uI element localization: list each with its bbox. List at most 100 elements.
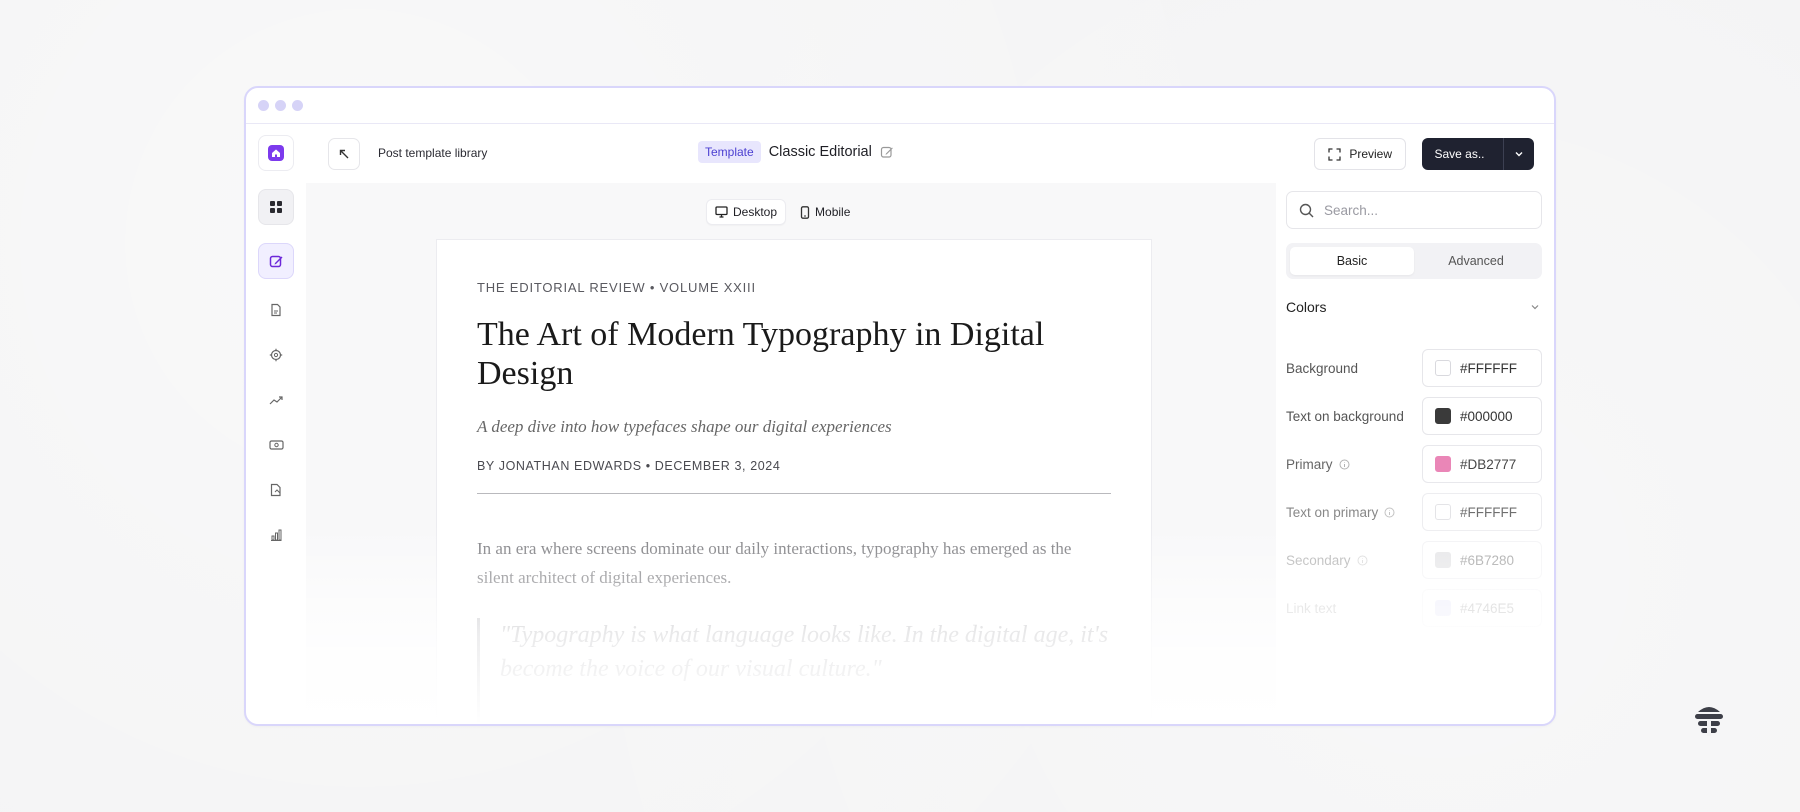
phone-icon: [800, 205, 810, 219]
color-label-text: Text on primary: [1286, 504, 1379, 520]
info-icon[interactable]: [1357, 555, 1368, 566]
color-label: Link text: [1286, 599, 1414, 618]
rail-item-settings[interactable]: [258, 342, 294, 368]
style-panel: Basic Advanced Colors Background#FFFFFF T…: [1272, 183, 1554, 724]
device-desktop-option[interactable]: Desktop: [706, 199, 787, 225]
app-logo[interactable]: [258, 135, 294, 171]
file-image-icon: [270, 483, 281, 497]
brand-hive-icon: [1695, 707, 1723, 736]
search-icon: [1299, 203, 1314, 217]
color-label: Secondary: [1286, 551, 1414, 570]
color-hex-value: #FFFFFF: [1460, 504, 1517, 520]
device-mobile-label: Mobile: [815, 205, 851, 219]
breadcrumb[interactable]: Post template library: [378, 146, 487, 160]
color-swatch[interactable]: [1435, 504, 1451, 520]
colors-section-title: Colors: [1286, 299, 1327, 315]
article-byline: BY JONATHAN EDWARDS • DECEMBER 3, 2024: [477, 459, 781, 473]
monitor-icon: [715, 206, 728, 218]
preview-label: Preview: [1349, 147, 1392, 161]
edit-icon: [269, 255, 282, 267]
left-rail: [246, 125, 306, 724]
article-pull-quote: "Typography is what language looks like.…: [477, 618, 1111, 724]
preview-button[interactable]: Preview: [1314, 138, 1406, 170]
color-value-input[interactable]: #6B7280: [1422, 541, 1542, 579]
rail-item-media[interactable]: [258, 477, 294, 503]
save-as-label: Save as..: [1434, 147, 1485, 161]
search-box[interactable]: [1286, 191, 1542, 229]
article-preview[interactable]: THE EDITORIAL REVIEW • VOLUME XXIII The …: [436, 239, 1152, 724]
color-hex-value: #6B7280: [1460, 552, 1515, 568]
chevron-down-icon: [1531, 305, 1539, 310]
editor-toolbar: Post template library Template Classic E…: [306, 125, 1554, 183]
tab-advanced[interactable]: Advanced: [1414, 247, 1538, 275]
chevron-down-icon: [1515, 152, 1523, 157]
rail-item-editor[interactable]: [258, 243, 294, 279]
article-divider: [477, 493, 1111, 494]
rail-item-dashboard[interactable]: [258, 189, 294, 225]
rail-item-reports[interactable]: [258, 522, 294, 548]
color-swatch[interactable]: [1435, 600, 1451, 616]
color-row: Primary #DB2777: [1286, 445, 1542, 483]
page-title: Classic Editorial: [768, 144, 872, 160]
color-label-text: Link text: [1286, 600, 1337, 616]
trend-icon: [269, 396, 283, 405]
save-options-dropdown[interactable]: [1504, 149, 1534, 159]
settings-tabs: Basic Advanced: [1286, 243, 1542, 279]
article-headline: The Art of Modern Typography in Digital …: [477, 316, 1045, 392]
window-dot-maximize[interactable]: [292, 100, 303, 111]
color-label: Text on primary: [1286, 503, 1414, 522]
color-hex-value: #000000: [1460, 408, 1513, 424]
template-badge: Template: [698, 141, 761, 163]
color-hex-value: #DB2777: [1460, 456, 1517, 472]
app-window: Post template library Template Classic E…: [244, 86, 1556, 726]
color-value-input[interactable]: #FFFFFF: [1422, 493, 1542, 531]
color-value-input[interactable]: #000000: [1422, 397, 1542, 435]
color-label: Text on background: [1286, 407, 1414, 426]
color-row: Secondary #6B7280: [1286, 541, 1542, 579]
color-label-text: Primary: [1286, 456, 1333, 472]
settings-icon: [269, 348, 283, 362]
color-swatch[interactable]: [1435, 552, 1451, 568]
search-input[interactable]: [1324, 202, 1504, 218]
color-row: Background #FFFFFF: [1286, 349, 1542, 387]
color-hex-value: #4746E5: [1460, 600, 1515, 616]
document-title-group: Template Classic Editorial: [698, 141, 894, 163]
window-dot-minimize[interactable]: [275, 100, 286, 111]
color-swatch[interactable]: [1435, 360, 1451, 376]
save-as-button[interactable]: Save as..: [1422, 138, 1534, 170]
window-dot-close[interactable]: [258, 100, 269, 111]
color-row: Link text #4746E5: [1286, 589, 1542, 627]
color-row: Text on primary #FFFFFF: [1286, 493, 1542, 531]
article-kicker: THE EDITORIAL REVIEW • VOLUME XXIII: [477, 280, 756, 295]
rail-item-analytics[interactable]: [258, 387, 294, 413]
color-value-input[interactable]: #4746E5: [1422, 589, 1542, 627]
color-label-text: Secondary: [1286, 552, 1351, 568]
color-label-text: Text on background: [1286, 408, 1404, 424]
rail-item-files[interactable]: [258, 297, 294, 323]
device-mobile-option[interactable]: Mobile: [792, 199, 858, 225]
preview-canvas: Desktop Mobile THE EDITORIAL REVIEW • VO…: [306, 183, 1276, 724]
expand-icon: [1328, 147, 1341, 161]
color-value-input[interactable]: #DB2777: [1422, 445, 1542, 483]
window-titlebar: [246, 88, 1554, 124]
color-label: Primary: [1286, 455, 1414, 474]
file-icon: [271, 303, 281, 317]
arrow-up-left-icon: [339, 149, 349, 159]
color-hex-value: #FFFFFF: [1460, 360, 1517, 376]
article-body-paragraph: In an era where screens dominate our dai…: [477, 539, 1072, 587]
rail-item-billing[interactable]: [258, 432, 294, 458]
chart-icon: [271, 529, 282, 541]
info-icon[interactable]: [1384, 507, 1395, 518]
device-toggle: Desktop Mobile: [706, 199, 858, 225]
color-swatch[interactable]: [1435, 456, 1451, 472]
color-value-input[interactable]: #FFFFFF: [1422, 349, 1542, 387]
color-swatch[interactable]: [1435, 408, 1451, 424]
grid-icon: [270, 201, 282, 213]
edit-title-icon[interactable]: [880, 145, 894, 159]
tab-basic[interactable]: Basic: [1290, 247, 1414, 275]
colors-section-header[interactable]: Colors: [1286, 299, 1542, 315]
back-button[interactable]: [328, 138, 360, 170]
info-icon[interactable]: [1339, 459, 1350, 470]
color-list: Background #FFFFFF Text on background #0000…: [1286, 349, 1542, 627]
home-icon: [268, 145, 284, 161]
